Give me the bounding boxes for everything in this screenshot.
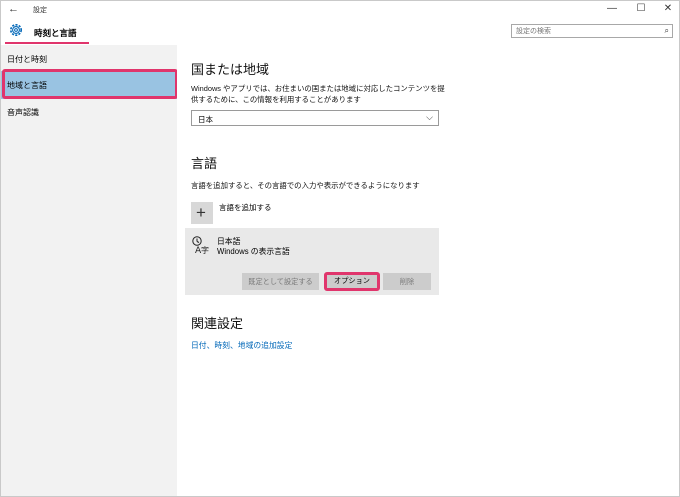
svg-text:字: 字: [201, 245, 209, 255]
search-input[interactable]: [516, 26, 656, 36]
selection-highlight: [2, 69, 178, 99]
related-settings-heading: 関連設定: [191, 316, 244, 331]
page-title: 時刻と言語: [34, 28, 77, 38]
region-dropdown[interactable]: 日本 ⌵: [191, 110, 439, 126]
language-heading: 言語: [191, 156, 218, 171]
window-title: 設定: [33, 7, 47, 14]
language-entry-japanese[interactable]: A 字 日本語 Windows の表示言語 既定として設定する オプション 削除: [185, 228, 439, 295]
remove-button[interactable]: 削除: [383, 273, 431, 290]
add-language-label[interactable]: 言語を追加する: [219, 202, 272, 213]
sidebar-item-label: 音声認識: [7, 108, 39, 117]
search-box[interactable]: ⌕: [511, 24, 673, 38]
page-title-underline: [5, 42, 89, 44]
plus-icon: +: [196, 203, 206, 222]
chevron-down-icon: ⌵: [426, 112, 433, 122]
region-heading: 国または地域: [191, 62, 270, 77]
back-arrow-icon[interactable]: ←: [8, 3, 19, 15]
search-icon[interactable]: ⌕: [665, 26, 669, 36]
page-header: 時刻と言語 ⌕: [1, 19, 679, 45]
sidebar-item-speech[interactable]: 音声認識: [1, 98, 177, 126]
set-default-button[interactable]: 既定として設定する: [242, 273, 319, 290]
options-button[interactable]: オプション: [324, 272, 380, 291]
title-bar: ← 設定 — ☐ ✕: [1, 1, 679, 19]
language-subtitle: Windows の表示言語: [217, 247, 290, 256]
sidebar-item-label: 日付と時刻: [7, 55, 47, 64]
minimize-button[interactable]: —: [603, 3, 621, 14]
additional-settings-link[interactable]: 日付、時刻、地域の追加設定: [191, 340, 292, 351]
gear-icon[interactable]: [8, 22, 24, 38]
region-description-line1: Windows やアプリでは、お住まいの国または地域に対応したコンテンツを提: [191, 84, 445, 93]
add-language-button[interactable]: +: [191, 202, 213, 224]
region-dropdown-value: 日本: [198, 115, 213, 124]
maximize-button[interactable]: ☐: [632, 3, 650, 14]
settings-window: ← 設定 — ☐ ✕ 時刻と言語 ⌕ 日付と時刻 地域と言語 音声認識 国または…: [0, 0, 680, 497]
language-icon: A 字: [192, 236, 209, 255]
language-description: 言語を追加すると、その言語での入力や表示ができるようになります: [191, 181, 420, 190]
sidebar: 日付と時刻 地域と言語 音声認識: [1, 45, 177, 496]
close-button[interactable]: ✕: [659, 3, 677, 14]
main-content: 国または地域 Windows やアプリでは、お住まいの国または地域に対応したコン…: [177, 45, 679, 496]
region-description-line2: 供するために、この情報を利用することがあります: [191, 95, 361, 104]
